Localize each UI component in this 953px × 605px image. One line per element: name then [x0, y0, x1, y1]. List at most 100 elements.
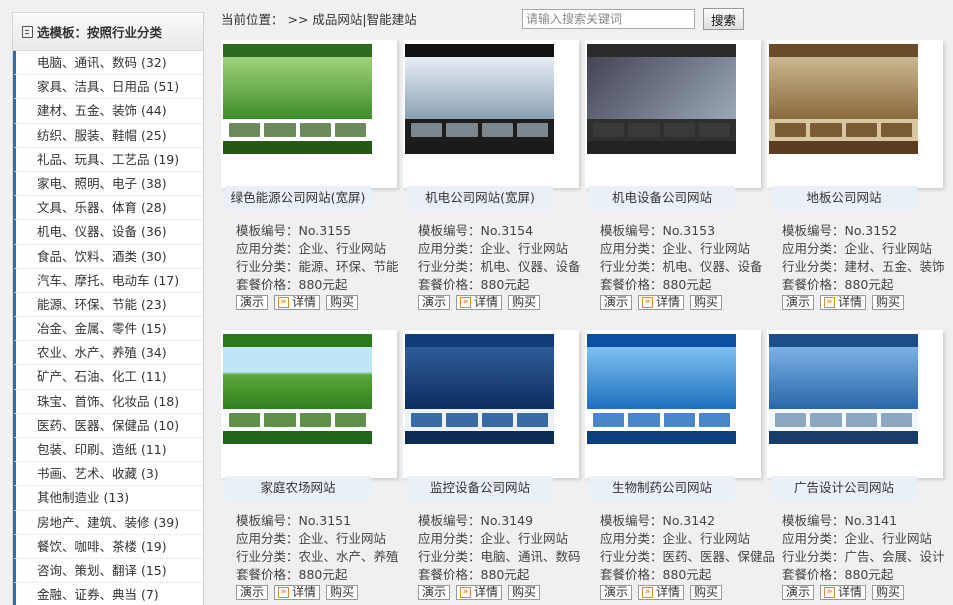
sidebar-item[interactable]: 电脑、通讯、数码 (32)	[13, 51, 203, 76]
template-title[interactable]: 机电公司网站(宽屏)	[407, 186, 553, 210]
sidebar-title: 选模板：按照行业分类	[37, 25, 163, 40]
template-price: 套餐价格：880元起	[418, 277, 530, 292]
detail-button[interactable]: » 详情	[456, 295, 503, 310]
detail-label: 详情	[656, 585, 681, 599]
demo-button[interactable]: 演示	[782, 585, 815, 600]
sidebar-item[interactable]: 文具、乐器、体育 (28)	[13, 196, 203, 221]
sidebar-item[interactable]: 金融、证券、典当 (7)	[13, 583, 203, 605]
template-industry: 行业分类：广告、会展、设计	[782, 549, 945, 564]
detail-button[interactable]: » 详情	[274, 585, 321, 600]
template-actions: 演示 » 详情 购买	[782, 585, 943, 600]
sidebar-item[interactable]: 家具、洁具、日用品 (51)	[13, 75, 203, 100]
template-thumbnail[interactable]	[221, 330, 397, 478]
template-thumbnail[interactable]	[221, 40, 397, 188]
template-title[interactable]: 机电设备公司网站	[589, 186, 735, 210]
template-info: 模板编号：No.3151 应用分类：企业、行业网站 行业分类：农业、水产、养殖 …	[236, 512, 399, 584]
template-price: 套餐价格：880元起	[782, 567, 894, 582]
demo-label: 演示	[604, 585, 629, 599]
demo-button[interactable]: 演示	[236, 585, 269, 600]
sidebar-item[interactable]: 礼品、玩具、工艺品 (19)	[13, 147, 203, 172]
sidebar-item[interactable]: 珠宝、首饰、化妆品 (18)	[13, 389, 203, 414]
template-thumbnail[interactable]	[403, 330, 579, 478]
template-info: 模板编号：No.3149 应用分类：企业、行业网站 行业分类：电脑、通讯、数码 …	[418, 512, 581, 584]
sidebar-item[interactable]: 房地产、建筑、装修 (39)	[13, 510, 203, 535]
template-code: 模板编号：No.3149	[418, 513, 534, 528]
detail-button[interactable]: » 详情	[820, 585, 867, 600]
sidebar-item[interactable]: 建材、五金、装饰 (44)	[13, 99, 203, 124]
detail-button[interactable]: » 详情	[274, 295, 321, 310]
template-app-category: 应用分类：企业、行业网站	[418, 241, 569, 256]
buy-label: 购买	[330, 585, 355, 599]
demo-label: 演示	[422, 295, 447, 309]
category-list: 电脑、通讯、数码 (32) 家具、洁具、日用品 (51) 建材、五金、装饰 (44)…	[13, 51, 203, 605]
sidebar-item[interactable]: 冶金、金属、零件 (15)	[13, 317, 203, 342]
template-thumbnail[interactable]	[585, 40, 761, 188]
sidebar-item[interactable]: 汽车、摩托、电动车 (17)	[13, 268, 203, 293]
detail-button[interactable]: » 详情	[456, 585, 503, 600]
sidebar-item[interactable]: 能源、环保、节能 (23)	[13, 292, 203, 318]
sidebar-item[interactable]: 包装、印刷、造纸 (11)	[13, 438, 203, 463]
demo-button[interactable]: 演示	[782, 295, 815, 310]
template-card: 家庭农场网站 模板编号：No.3151 应用分类：企业、行业网站 行业分类：农业…	[221, 330, 399, 600]
template-title[interactable]: 地板公司网站	[771, 186, 917, 210]
template-price: 套餐价格：880元起	[236, 277, 348, 292]
template-card: 机电设备公司网站 模板编号：No.3153 应用分类：企业、行业网站 行业分类：…	[585, 40, 763, 310]
sidebar-item[interactable]: 食品、饮料、酒类 (30)	[13, 244, 203, 269]
double-arrow-icon: »	[278, 297, 290, 308]
template-thumbnail[interactable]	[767, 40, 943, 188]
demo-label: 演示	[422, 585, 447, 599]
template-preview-image	[405, 44, 554, 154]
buy-button[interactable]: 购买	[326, 585, 359, 600]
template-industry: 行业分类：建材、五金、装饰	[782, 259, 945, 274]
sidebar-item[interactable]: 机电、仪器、设备 (36)	[13, 220, 203, 245]
buy-button[interactable]: 购买	[508, 585, 541, 600]
sidebar-item[interactable]: 餐饮、咖啡、茶楼 (19)	[13, 534, 203, 559]
double-arrow-icon: »	[460, 297, 472, 308]
search-input[interactable]	[522, 9, 695, 29]
buy-button[interactable]: 购买	[872, 585, 905, 600]
sidebar-item[interactable]: 农业、水产、养殖 (34)	[13, 341, 203, 366]
demo-button[interactable]: 演示	[236, 295, 269, 310]
template-thumbnail[interactable]	[767, 330, 943, 478]
buy-button[interactable]: 购买	[690, 585, 723, 600]
sidebar-item[interactable]: 其他制造业 (13)	[13, 486, 203, 511]
demo-button[interactable]: 演示	[600, 585, 633, 600]
template-title[interactable]: 广告设计公司网站	[771, 476, 917, 500]
template-actions: 演示 » 详情 购买	[236, 585, 397, 600]
sidebar-item[interactable]: 家电、照明、电子 (38)	[13, 171, 203, 197]
buy-label: 购买	[876, 585, 901, 599]
sidebar-item[interactable]: 矿产、石油、化工 (11)	[13, 365, 203, 390]
template-title[interactable]: 生物制药公司网站	[589, 476, 735, 500]
sidebar-item[interactable]: 纺织、服装、鞋帽 (25)	[13, 123, 203, 148]
template-title[interactable]: 绿色能源公司网站(宽屏)	[225, 186, 371, 210]
template-app-category: 应用分类：企业、行业网站	[782, 531, 933, 546]
demo-button[interactable]: 演示	[418, 295, 451, 310]
buy-button[interactable]: 购买	[690, 295, 723, 310]
template-app-category: 应用分类：企业、行业网站	[236, 241, 387, 256]
buy-button[interactable]: 购买	[326, 295, 359, 310]
template-info: 模板编号：No.3155 应用分类：企业、行业网站 行业分类：能源、环保、节能 …	[236, 222, 399, 294]
buy-button[interactable]: 购买	[508, 295, 541, 310]
template-preview-image	[223, 44, 372, 154]
template-actions: 演示 » 详情 购买	[600, 585, 761, 600]
sidebar-item[interactable]: 书画、艺术、收藏 (3)	[13, 462, 203, 487]
template-industry: 行业分类：医药、医器、保健品	[600, 549, 776, 564]
template-title[interactable]: 监控设备公司网站	[407, 476, 553, 500]
template-card: 监控设备公司网站 模板编号：No.3149 应用分类：企业、行业网站 行业分类：…	[403, 330, 581, 600]
search-button[interactable]: 搜索	[703, 8, 744, 30]
sidebar-item[interactable]: 医药、医器、保健品 (10)	[13, 413, 203, 438]
detail-label: 详情	[838, 295, 863, 309]
demo-button[interactable]: 演示	[418, 585, 451, 600]
demo-button[interactable]: 演示	[600, 295, 633, 310]
detail-button[interactable]: » 详情	[820, 295, 867, 310]
buy-button[interactable]: 购买	[872, 295, 905, 310]
sidebar-item[interactable]: 咨询、策划、翻译 (15)	[13, 558, 203, 584]
detail-button[interactable]: » 详情	[638, 295, 685, 310]
detail-button[interactable]: » 详情	[638, 585, 685, 600]
template-title[interactable]: 家庭农场网站	[225, 476, 371, 500]
template-thumbnail[interactable]	[403, 40, 579, 188]
double-arrow-icon: »	[460, 587, 472, 598]
template-thumbnail[interactable]	[585, 330, 761, 478]
buy-label: 购买	[330, 295, 355, 309]
template-info: 模板编号：No.3141 应用分类：企业、行业网站 行业分类：广告、会展、设计 …	[782, 512, 945, 584]
